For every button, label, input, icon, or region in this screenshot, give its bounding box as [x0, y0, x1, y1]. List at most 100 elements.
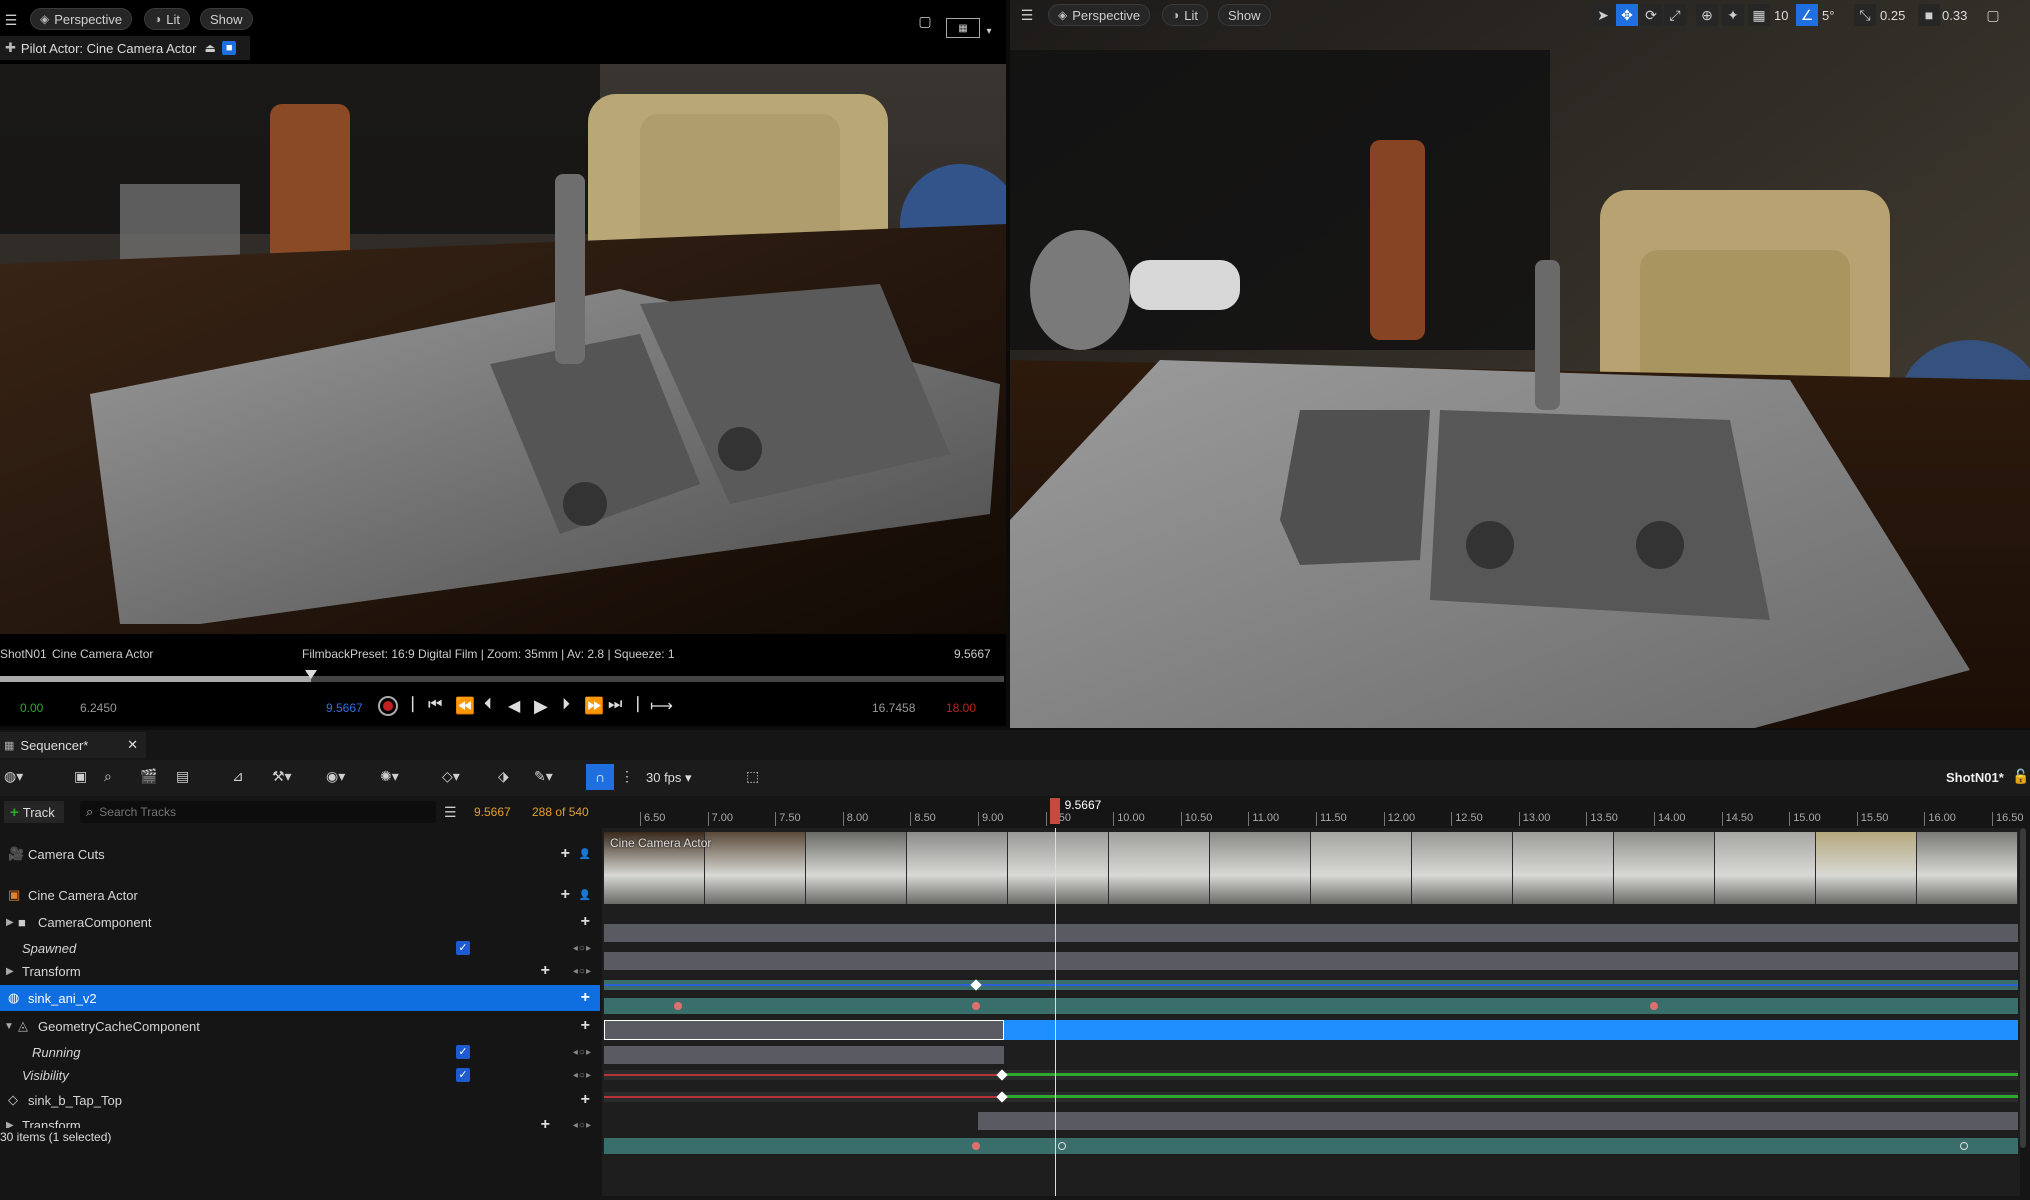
key-nav-icon[interactable]: ◂○▸	[573, 1120, 592, 1131]
auto-key-icon[interactable]: ⬗	[498, 768, 509, 785]
graph-editor-icon[interactable]: ⬚	[746, 768, 759, 785]
render-icon[interactable]: 🎬	[140, 768, 157, 785]
add-track-button[interactable]: + Track	[4, 801, 64, 823]
geometry-cache-section[interactable]	[604, 1046, 1004, 1064]
spawned-checkbox[interactable]: ✓	[456, 941, 470, 955]
eject-icon[interactable]: ⏏	[204, 41, 215, 55]
menu-icon[interactable]: ☰	[1016, 4, 1038, 26]
save-icon[interactable]: ▣	[74, 768, 87, 785]
transform-key[interactable]	[674, 1002, 682, 1010]
current-time-field[interactable]: 9.5667	[474, 805, 511, 819]
expand-icon[interactable]: ▶	[6, 966, 14, 977]
find-asset-icon[interactable]: ⌕	[104, 768, 112, 785]
record-button[interactable]	[378, 696, 398, 716]
play-icon[interactable]: ▶	[534, 696, 548, 717]
lock-icon[interactable]: 👤	[579, 849, 592, 860]
camera-icon[interactable]: ■	[221, 41, 237, 55]
show-button[interactable]: Show	[1218, 4, 1271, 26]
key-nav-icon[interactable]: ◂○▸	[573, 1047, 592, 1058]
lock-icon[interactable]: 🔓	[2012, 768, 2029, 785]
add-icon[interactable]: +	[541, 962, 550, 980]
key-nav-icon[interactable]: ◂○▸	[573, 1070, 592, 1081]
running-curve[interactable]	[604, 1070, 2018, 1080]
track-camera-cuts[interactable]: 🎥 Camera Cuts + 👤	[0, 832, 600, 876]
tap-transform-bar[interactable]	[604, 1138, 2018, 1154]
visibility-checkbox[interactable]: ✓	[456, 1068, 470, 1082]
menu-icon[interactable]: ☰	[0, 9, 22, 31]
track-sink-b-tap-top[interactable]: ◇ sink_b_Tap_Top +	[0, 1087, 600, 1113]
track-geometry-cache-component[interactable]: ▼ ◬ GeometryCacheComponent +	[0, 1013, 600, 1039]
layout-grid-icon[interactable]: ▦	[946, 18, 980, 38]
tap-transform-key[interactable]	[1960, 1142, 1968, 1150]
loop-icon[interactable]: ⟼	[650, 696, 673, 716]
lit-button[interactable]: ◑ Lit	[144, 8, 190, 30]
maximize-icon[interactable]: ▢	[914, 10, 936, 32]
right-scene-render[interactable]	[1010, 0, 2030, 728]
select-icon[interactable]: ➤	[1592, 4, 1614, 26]
running-checkbox[interactable]: ✓	[456, 1045, 470, 1059]
camera-cut-section[interactable]: Cine Camera Actor	[604, 832, 2018, 904]
sequencer-tab[interactable]: ▦ Sequencer* ✕	[0, 732, 146, 758]
add-icon[interactable]: +	[581, 989, 590, 1007]
perspective-button[interactable]: ◈ Perspective	[1048, 4, 1151, 26]
transform-key[interactable]	[972, 1002, 980, 1010]
grid-snap-value[interactable]: 10	[1774, 8, 1788, 23]
sink-ani-v2-section[interactable]	[604, 1020, 1004, 1040]
maximize-icon[interactable]: ▢	[1982, 4, 2004, 26]
expand-icon[interactable]: ▶	[6, 917, 14, 928]
view-options-icon[interactable]: ◉▾	[326, 768, 345, 785]
spawned-bar[interactable]	[604, 980, 2018, 990]
collapse-icon[interactable]: ▼	[4, 1021, 14, 1032]
track-camera-component[interactable]: ▶ ■ CameraComponent +	[0, 909, 600, 935]
track-cine-camera-actor[interactable]: ▣ Cine Camera Actor + 👤	[0, 882, 600, 908]
snap-icon[interactable]: ∩	[586, 764, 614, 790]
edit-mode-icon[interactable]: ✎▾	[534, 768, 553, 785]
jump-start-icon[interactable]: ⎸⏮	[412, 696, 442, 714]
filter-icon[interactable]: ☰	[444, 804, 457, 821]
transport-current-time[interactable]: 9.5667	[326, 701, 363, 715]
step-forward-icon[interactable]: ⏵	[562, 696, 570, 714]
camera-component-bar[interactable]	[604, 952, 2018, 970]
key-nav-icon[interactable]: ◂○▸	[573, 943, 592, 954]
surface-snap-icon[interactable]: ✦	[1722, 4, 1744, 26]
jump-end-icon[interactable]: ⏭⎹	[608, 696, 638, 714]
add-icon[interactable]: +	[541, 1116, 550, 1134]
world-icon[interactable]: ⊕	[1696, 4, 1718, 26]
add-icon[interactable]: +	[561, 845, 570, 863]
reverse-play-icon[interactable]: ◀	[508, 696, 520, 716]
step-back-icon[interactable]: ⏴	[484, 696, 492, 714]
search-field[interactable]: ⌕	[80, 801, 436, 823]
left-scene-render[interactable]	[0, 64, 1006, 634]
transform-bar[interactable]	[604, 998, 2018, 1014]
scrub-track[interactable]	[0, 676, 1004, 682]
prev-key-icon[interactable]: ⏪	[455, 696, 475, 716]
snap-options-icon[interactable]: ⋮	[620, 768, 634, 785]
tap-transform-key[interactable]	[972, 1142, 980, 1150]
grid-snap-icon[interactable]: ▦	[1748, 4, 1770, 26]
perspective-button[interactable]: ◈ Perspective	[30, 8, 133, 30]
time-ruler[interactable]: 6.50 7.00 7.50 8.00 8.50 9.00 9.50 10.00 10.50 11…	[600, 798, 2030, 826]
playhead-handle[interactable]	[1049, 798, 1060, 824]
scale-snap-value[interactable]: 0.25	[1880, 8, 1905, 23]
add-icon[interactable]: +	[581, 1091, 590, 1109]
scale-snap-icon[interactable]: ⤡	[1854, 4, 1876, 26]
left-viewport[interactable]: ☰ ◈ Perspective ◑ Lit Show ▢ ▦ ▾ ✚ Pilot A…	[0, 0, 1006, 726]
lit-button[interactable]: ◑ Lit	[1162, 4, 1208, 26]
rotate-icon[interactable]: ⟳	[1640, 4, 1662, 26]
scrub-handle[interactable]	[305, 670, 318, 679]
add-icon[interactable]: +	[581, 913, 590, 931]
track-transform[interactable]: ▶ Transform + ◂○▸	[0, 958, 600, 984]
add-icon[interactable]: +	[561, 886, 570, 904]
fps-dropdown[interactable]: 30 fps ▾	[646, 770, 692, 786]
vertical-scrollbar[interactable]	[2020, 828, 2026, 1148]
transform-key[interactable]	[1650, 1002, 1658, 1010]
camera-speed-value[interactable]: 0.33	[1942, 8, 1967, 23]
playback-options-icon[interactable]: ✺▾	[380, 768, 399, 785]
right-viewport[interactable]: ☰ ◈ Perspective ◑ Lit Show ➤ ✥ ⟳ ⤢ ⊕ ✦ ▦ 1…	[1010, 0, 2030, 728]
search-input[interactable]	[99, 805, 420, 819]
chevron-down-icon[interactable]: ▾	[978, 20, 1000, 42]
track-visibility[interactable]: Visibility ✓ ◂○▸	[0, 1062, 600, 1088]
lock-icon[interactable]: 👤	[579, 890, 592, 901]
world-icon[interactable]: ◍▾	[4, 768, 23, 785]
track-sink-ani-v2[interactable]: ◍ sink_ani_v2 +	[0, 985, 600, 1011]
